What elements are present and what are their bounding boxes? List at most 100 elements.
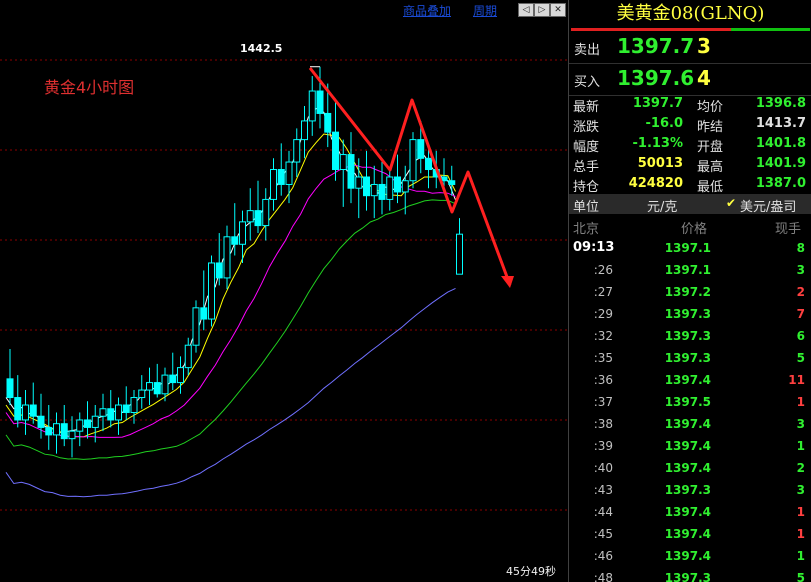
candle-body: [91, 415, 99, 428]
candle-body: [6, 378, 14, 399]
stat-label: 幅度: [573, 140, 600, 155]
candle-body: [99, 408, 107, 417]
period-link[interactable]: 周期: [473, 2, 497, 18]
tick-time: :27: [593, 285, 613, 299]
tick-row: :43 1397.3 3: [569, 480, 811, 502]
candle-body: [45, 426, 53, 436]
check-icon[interactable]: ✔: [726, 196, 736, 210]
tick-time: :45: [593, 527, 613, 541]
tick-qty: 3: [796, 417, 805, 431]
tick-price: 1397.4: [664, 417, 711, 431]
tick-qty: 1: [796, 549, 805, 563]
tick-list[interactable]: 09:13 1397.1 8:26 1397.1 3:27 1397.2 2:29 1397.…: [569, 238, 811, 582]
candle-body: [76, 419, 84, 432]
candle-body: [285, 161, 293, 185]
tick-row: :44 1397.4 1: [569, 502, 811, 524]
candle-body: [370, 183, 378, 197]
tick-row: :27 1397.2 2: [569, 282, 811, 304]
instrument-title[interactable]: 美黄金08(GLNQ): [569, 0, 811, 28]
tick-price: 1397.4: [664, 439, 711, 453]
candle-body: [270, 169, 277, 200]
tick-qty: 2: [796, 461, 805, 475]
tick-qty: 7: [796, 307, 805, 321]
stat-row: 幅度 -1.13% 开盘 1401.8: [569, 134, 811, 155]
tick-row: :35 1397.3 5: [569, 348, 811, 370]
candle-body: [316, 90, 324, 114]
quote-stats: 最新 1397.7 均价 1396.8 涨跌 -16.0 昨结 1413.7 幅…: [569, 94, 811, 195]
ask-label: 卖出: [574, 43, 601, 58]
stat-value: 50013: [637, 156, 683, 171]
chart-pane[interactable]: 商品叠加 周期 ◁ ▷ ✕ 黄金4小时图 1442.5 45分49秒: [0, 0, 568, 582]
tick-row: :29 1397.3 7: [569, 304, 811, 326]
tick-qty: 3: [796, 263, 805, 277]
candle-body: [107, 408, 115, 421]
candle-body: [29, 404, 37, 417]
candle-body: [169, 374, 177, 384]
candle-body: [14, 397, 22, 421]
close-chart-button[interactable]: ✕: [550, 3, 566, 17]
peak-price-label: 1442.5: [240, 42, 283, 55]
overlay-commodity-link[interactable]: 商品叠加: [403, 2, 451, 18]
candle-body: [208, 262, 215, 320]
candle-body: [231, 236, 239, 245]
unit-value[interactable]: 元/克: [647, 196, 677, 215]
candle-body: [68, 430, 76, 440]
tick-row: :37 1397.5 1: [569, 392, 811, 414]
stat-row: 持仓 424820 最低 1387.0: [569, 174, 811, 195]
scroll-left-button[interactable]: ◁: [518, 3, 534, 17]
scroll-right-button[interactable]: ▷: [534, 3, 550, 17]
ticks-header: 北京 价格 现手: [569, 216, 811, 237]
candle-body: [138, 389, 146, 399]
candle-body: [153, 382, 161, 395]
tick-price: 1397.3: [664, 483, 711, 497]
candle-body: [262, 198, 270, 227]
candle-body: [301, 120, 308, 141]
candle-body: [254, 210, 262, 227]
chart-title: 黄金4小时图: [44, 78, 135, 97]
bar-countdown-timer: 45分49秒: [506, 565, 556, 578]
tick-row: :32 1397.3 6: [569, 326, 811, 348]
tick-time: :35: [593, 351, 613, 365]
stat-value: 1401.9: [755, 156, 806, 171]
ticks-header-place: 北京: [573, 222, 600, 237]
tick-qty: 2: [796, 285, 805, 299]
stat-label: 最新: [573, 100, 600, 115]
ask-volume: 3: [697, 34, 711, 58]
candle-body: [37, 415, 45, 428]
candle-body: [386, 176, 394, 200]
candle-body: [200, 307, 208, 320]
candle-body: [456, 233, 463, 275]
stat-label: 持仓: [573, 180, 600, 195]
tick-qty: 6: [796, 329, 805, 343]
stat-value: -16.0: [645, 116, 683, 131]
candle-body: [417, 139, 425, 159]
tick-time: :44: [593, 505, 613, 519]
bid-label: 买入: [574, 75, 601, 90]
candle-body: [146, 382, 153, 391]
tick-time: :43: [593, 483, 613, 497]
tick-qty: 1: [796, 395, 805, 409]
candle-body: [332, 131, 339, 171]
ticks-header-qty: 现手: [775, 222, 802, 237]
tick-time: :29: [593, 307, 613, 321]
tick-row: :40 1397.4 2: [569, 458, 811, 480]
stat-label: 均价: [697, 100, 724, 115]
tick-time: :39: [593, 439, 613, 453]
tick-price: 1397.1: [664, 263, 711, 277]
tick-row: :38 1397.4 3: [569, 414, 811, 436]
unit-row[interactable]: 单位 元/克 ✔ 美元/盎司: [569, 194, 811, 215]
tick-time: :48: [593, 571, 613, 582]
candle-body: [308, 90, 316, 122]
ask-row: 卖出 1397.7 3: [569, 31, 811, 64]
tick-qty: 3: [796, 483, 805, 497]
candle-body: [339, 154, 347, 171]
currency-unit-option[interactable]: 美元/盎司: [740, 196, 796, 215]
candle-body: [246, 210, 254, 223]
candle-body: [192, 307, 200, 346]
tick-time: :46: [593, 549, 613, 563]
tick-time: :26: [593, 263, 613, 277]
stat-value: 1413.7: [755, 116, 806, 131]
ma-line-white: [5, 107, 456, 433]
candle-body: [84, 419, 91, 428]
bid-volume: 4: [697, 66, 711, 90]
